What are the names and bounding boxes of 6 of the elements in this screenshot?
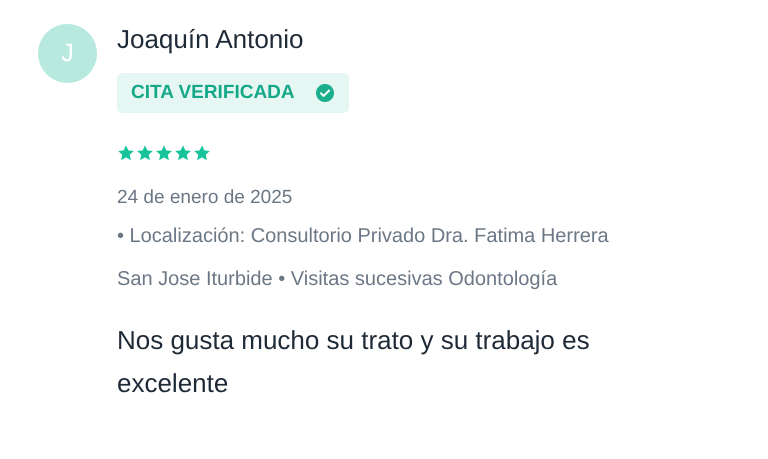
- review-date: 24 de enero de 2025: [117, 187, 294, 209]
- badge-label: CITA VERIFICADA: [131, 82, 295, 104]
- avatar: J: [38, 24, 97, 83]
- review-text: Nos gusta mucho su trato y su trabajo es excelente: [117, 324, 591, 400]
- author-name: Joaquín Antonio: [117, 24, 304, 54]
- appointment-details: • Localización: Consultorio Privado Dra. Fatima Herrera San Jose Iturbide • Visitas sucesivas Odontología: [117, 224, 610, 292]
